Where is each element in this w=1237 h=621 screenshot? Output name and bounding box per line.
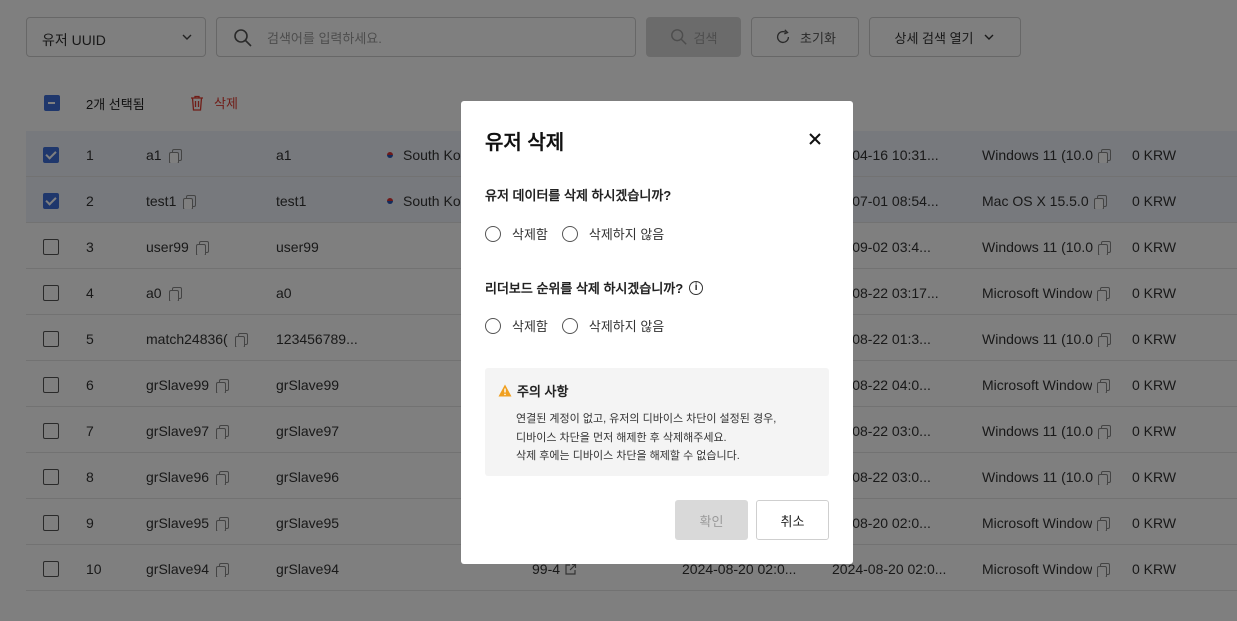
question-user-data-label: 유저 데이터를 삭제 하시겠습니까? — [485, 188, 672, 203]
user-data-delete-radio[interactable]: 삭제함 — [485, 224, 548, 243]
notice-line: 연결된 계정이 없고, 유저의 디바이스 차단이 설정된 경우, — [516, 413, 777, 425]
info-icon[interactable]: i — [689, 280, 704, 295]
question-leaderboard-label: 리더보드 순위를 삭제 하시겠습니까? — [485, 281, 684, 296]
notice-title: 주의 사항 — [498, 381, 568, 400]
modal-title: 유저 삭제 — [485, 132, 565, 154]
radio-label: 삭제하지 않음 — [588, 319, 665, 334]
user-data-radio-group: 삭제함 삭제하지 않음 — [485, 224, 678, 243]
cancel-button[interactable]: 취소 — [756, 500, 829, 540]
leaderboard-delete-radio[interactable]: 삭제함 — [485, 316, 548, 335]
notice-line: 삭제 후에는 디바이스 차단을 해제할 수 없습니다. — [516, 450, 740, 462]
radio-circle — [561, 225, 578, 242]
radio-circle — [485, 225, 501, 242]
leaderboard-keep-radio[interactable]: 삭제하지 않음 — [561, 316, 665, 335]
warning-icon — [498, 384, 512, 397]
radio-label: 삭제하지 않음 — [588, 227, 665, 242]
delete-user-modal: 유저 삭제 유저 데이터를 삭제 하시겠습니까? 삭제함 삭제하지 않음 리더보… — [461, 101, 853, 564]
user-data-keep-radio[interactable]: 삭제하지 않음 — [561, 224, 665, 243]
confirm-button[interactable]: 확인 — [675, 500, 748, 540]
leaderboard-radio-group: 삭제함 삭제하지 않음 — [485, 316, 678, 335]
notice-title-label: 주의 사항 — [517, 384, 569, 399]
notice-box: 주의 사항 연결된 계정이 없고, 유저의 디바이스 차단이 설정된 경우, 디… — [485, 368, 829, 476]
notice-line: 디바이스 차단을 먼저 해제한 후 삭제해주세요. — [516, 432, 727, 444]
question-leaderboard: 리더보드 순위를 삭제 하시겠습니까? i — [485, 278, 704, 297]
radio-label: 삭제함 — [512, 319, 548, 334]
close-icon[interactable] — [807, 131, 823, 147]
radio-circle — [561, 317, 578, 334]
radio-circle — [485, 317, 501, 334]
question-user-data: 유저 데이터를 삭제 하시겠습니까? — [485, 185, 671, 204]
radio-label: 삭제함 — [512, 227, 548, 242]
